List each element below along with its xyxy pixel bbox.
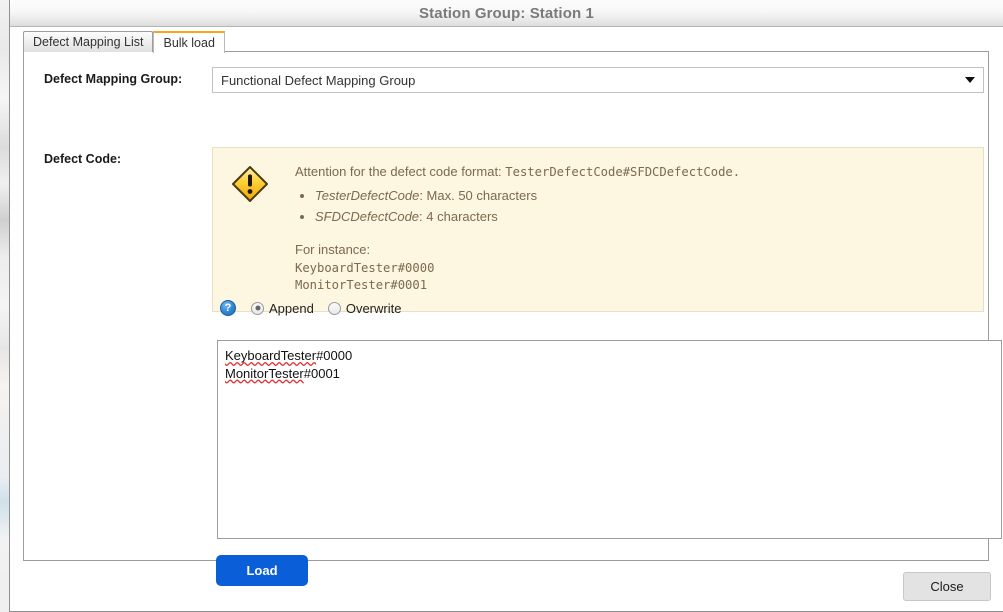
attention-bullet-list: TesterDefectCode: Max. 50 characters SFD… [295, 186, 969, 226]
line-suffix: #0001 [303, 365, 340, 381]
example-code: MonitorTester#0001 [295, 278, 428, 293]
defect-codes-textarea[interactable]: KeyboardTester#0000 MonitorTester#0001 [217, 340, 1002, 539]
attention-bullet: SFDCDefectCode: 4 characters [315, 207, 969, 227]
load-mode-row: ? Append Overwrite [220, 300, 415, 316]
bulk-load-panel: Defect Mapping Group: Functional Defect … [23, 51, 1002, 585]
tab-bulk-load[interactable]: Bulk load [153, 31, 225, 53]
radio-mark-icon [327, 301, 341, 315]
tab-label: Bulk load [163, 35, 215, 50]
chevron-down-icon [965, 77, 975, 83]
attention-bullet-term: TesterDefectCode [315, 188, 420, 204]
attention-bullet-detail: : Max. 50 characters [419, 188, 538, 204]
radio-label: Append [269, 300, 314, 316]
attention-intro: Attention for the defect code format: Te… [295, 162, 969, 182]
radio-label: Overwrite [345, 300, 402, 316]
attention-callout: Attention for the defect code format: Te… [212, 147, 984, 313]
attention-intro-prefix: Attention for the defect code format: [295, 164, 506, 179]
tab-defect-mapping-list[interactable]: Defect Mapping List [23, 31, 154, 52]
help-question-icon[interactable]: ? [220, 300, 236, 316]
attention-bullet-term: SFDCDefectCode [315, 208, 420, 224]
tab-strip: Defect Mapping List Bulk load [23, 31, 225, 53]
warning-diamond-icon [227, 162, 273, 203]
defect-mapping-group-select[interactable]: Functional Defect Mapping Group [212, 67, 984, 93]
radio-mark-icon [251, 301, 264, 315]
for-instance-label: For instance: [295, 242, 371, 258]
example-code: KeyboardTester#0000 [295, 260, 435, 275]
defect-mapping-group-value: Functional Defect Mapping Group [221, 72, 416, 88]
tab-label: Defect Mapping List [33, 34, 144, 49]
defect-code-row: Defect Code: Attention for the defect co… [44, 147, 984, 313]
load-button[interactable]: Load [217, 556, 307, 585]
line-suffix: #0000 [316, 348, 353, 363]
textarea-line: MonitorTester#0001 [225, 365, 994, 383]
for-instance-block: For instance: KeyboardTester#0000 Monito… [295, 240, 969, 295]
defect-mapping-group-row: Defect Mapping Group: Functional Defect … [44, 67, 984, 93]
close-button[interactable]: Close [903, 572, 991, 601]
attention-text-block: Attention for the defect code format: Te… [273, 162, 969, 295]
attention-format-code: TesterDefectCode#SFDCDefectCode. [505, 165, 741, 179]
defect-code-label: Defect Code: [44, 152, 122, 166]
attention-bullet-detail: : 4 characters [419, 208, 498, 224]
radio-overwrite[interactable]: Overwrite [327, 300, 402, 316]
dialog-titlebar: Station Group: Station 1 [10, 0, 1003, 27]
attention-bullet: TesterDefectCode: Max. 50 characters [315, 186, 969, 206]
dialog-title: Station Group: Station 1 [419, 4, 594, 22]
radio-append[interactable]: Append [251, 301, 314, 316]
defect-mapping-group-label: Defect Mapping Group: [44, 72, 183, 86]
misspelled-word: MonitorTester [225, 365, 304, 381]
station-group-dialog: Station Group: Station 1 Defect Mapping … [9, 0, 1003, 612]
misspelled-word: KeyboardTester [225, 348, 317, 363]
textarea-line: KeyboardTester#0000 [225, 347, 994, 365]
